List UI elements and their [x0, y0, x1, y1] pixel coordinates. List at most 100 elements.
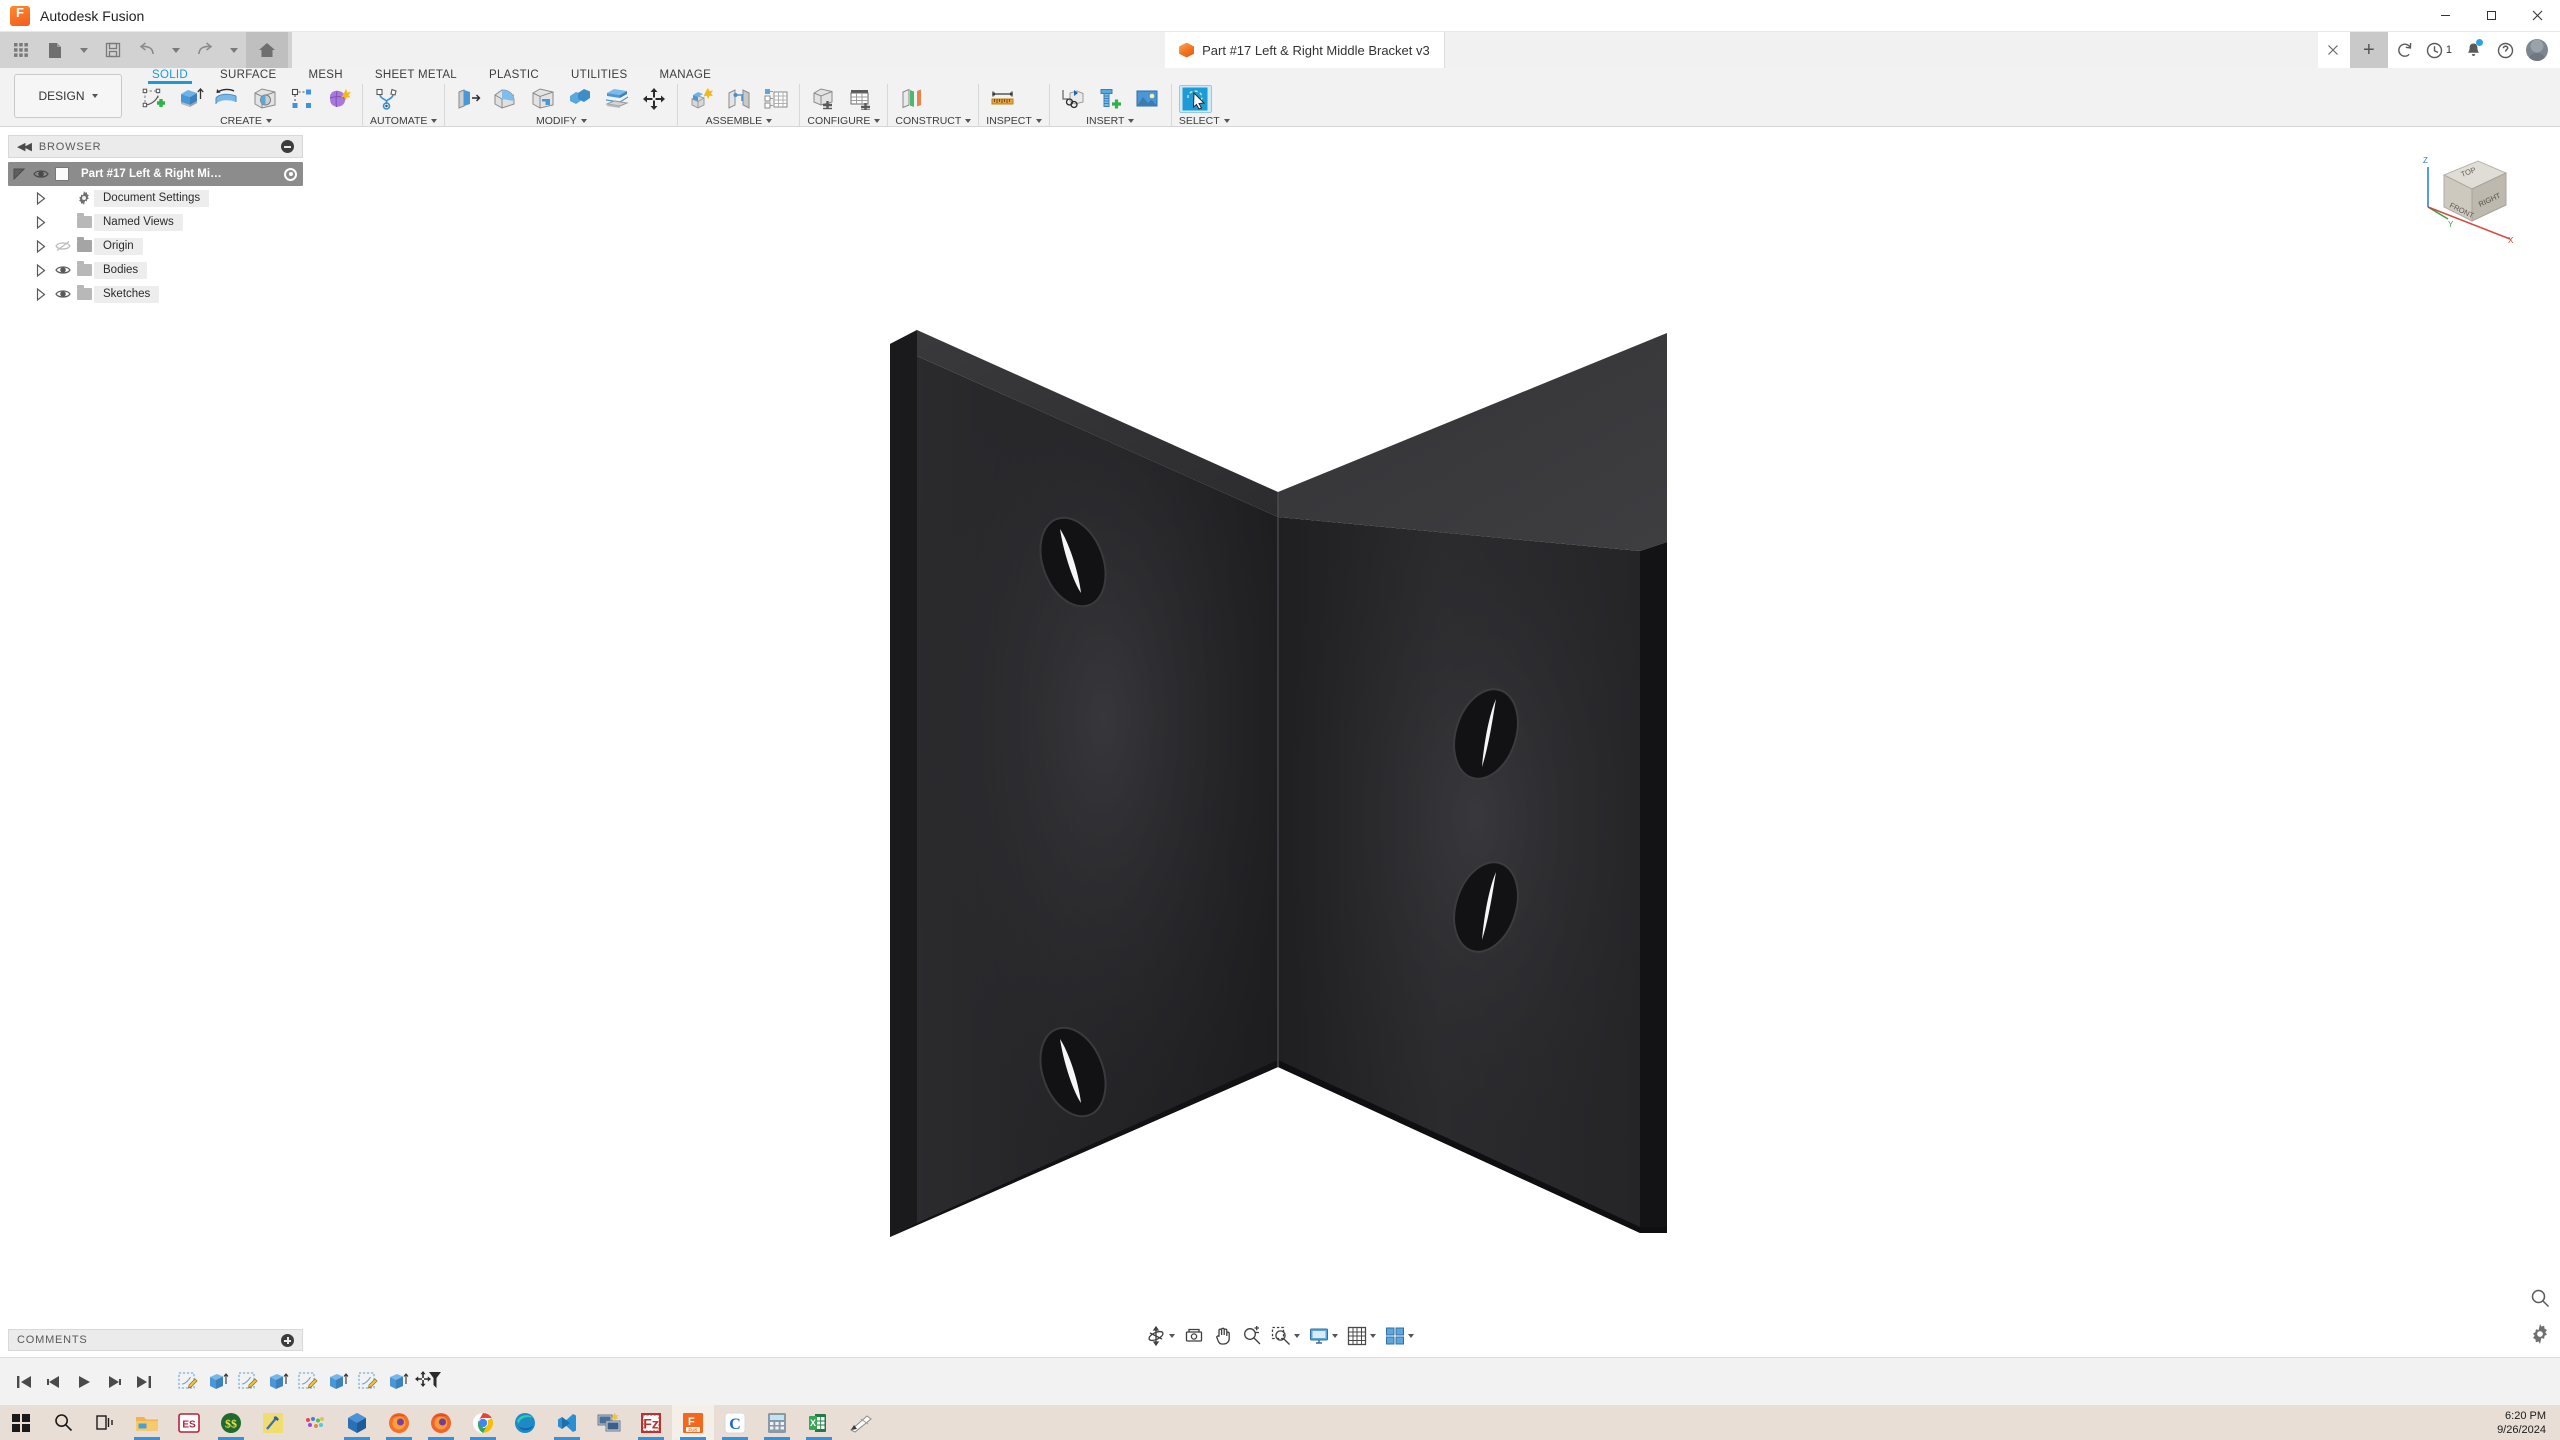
edge-icon[interactable]: [504, 1405, 546, 1440]
visibility-eye-icon[interactable]: [52, 288, 74, 300]
ribbon-group-automate-label[interactable]: AUTOMATE: [370, 112, 438, 127]
orbit-icon[interactable]: [1142, 1324, 1179, 1348]
ribbon-group-create-label[interactable]: CREATE: [137, 112, 355, 127]
viewport-settings-gear-icon[interactable]: [2530, 1324, 2550, 1349]
expand-arrow-closed-icon[interactable]: [30, 263, 52, 277]
browser-item-named-views[interactable]: Named Views: [8, 210, 303, 234]
browser-item-document-settings[interactable]: Document Settings: [8, 186, 303, 210]
ribbon-group-inspect-label[interactable]: INSPECT: [986, 112, 1042, 127]
model-bracket[interactable]: [0, 127, 2560, 1357]
zoom-icon[interactable]: [1238, 1324, 1266, 1348]
ribbon-tab-mesh[interactable]: MESH: [292, 68, 358, 81]
grid-snap-icon[interactable]: [1343, 1324, 1380, 1348]
sketch-app-icon[interactable]: [840, 1405, 882, 1440]
collapse-left-icon[interactable]: ◀◀: [17, 140, 32, 153]
timeline-extrude-feature[interactable]: [264, 1367, 292, 1397]
timeline-sketch-feature[interactable]: [354, 1367, 382, 1397]
close-tab-icon[interactable]: [2318, 32, 2348, 68]
task-view-icon[interactable]: [84, 1405, 126, 1440]
ribbon-group-construct-label[interactable]: CONSTRUCT: [895, 112, 972, 127]
search-icon[interactable]: [42, 1405, 84, 1440]
ribbon-tab-manage[interactable]: MANAGE: [643, 68, 727, 81]
ribbon-tab-sheet-metal[interactable]: SHEET METAL: [359, 68, 473, 81]
minimize-button[interactable]: [2422, 0, 2468, 32]
hole-icon[interactable]: [248, 85, 281, 113]
new-component-icon[interactable]: [685, 85, 718, 113]
visibility-eye-icon[interactable]: [30, 168, 52, 180]
browser-item-origin[interactable]: Origin: [8, 234, 303, 258]
timeline-marker-icon[interactable]: [414, 1367, 442, 1397]
plus-circle-icon[interactable]: [281, 1333, 294, 1347]
look-at-icon[interactable]: [1180, 1324, 1208, 1348]
browser-item-bodies[interactable]: Bodies: [8, 258, 303, 282]
browser-item-root[interactable]: Part #17 Left & Right Middle B...: [8, 162, 303, 186]
insert-image-icon[interactable]: [1131, 85, 1164, 113]
timeline-sketch-feature[interactable]: [294, 1367, 322, 1397]
timeline-sketch-feature[interactable]: [174, 1367, 202, 1397]
revolve-icon[interactable]: [211, 85, 244, 113]
file-explorer-icon[interactable]: [126, 1405, 168, 1440]
close-button[interactable]: [2514, 0, 2560, 32]
insert-mcmaster-icon[interactable]: [1094, 85, 1127, 113]
step-back-icon[interactable]: [40, 1368, 68, 1396]
insert-derive-icon[interactable]: [1057, 85, 1090, 113]
document-tab[interactable]: Part #17 Left & Right Middle Bracket v3: [1165, 32, 1445, 68]
visibility-eye-icon[interactable]: [52, 264, 74, 276]
ribbon-tab-solid[interactable]: SOLID: [136, 68, 204, 84]
ribbon-tab-plastic[interactable]: PLASTIC: [473, 68, 555, 81]
create-configuration-icon[interactable]: [807, 85, 840, 113]
help-icon[interactable]: [2490, 32, 2520, 68]
redo-icon[interactable]: [188, 32, 222, 68]
paint-icon[interactable]: [294, 1405, 336, 1440]
joint-icon[interactable]: [722, 85, 755, 113]
excel-icon[interactable]: X: [798, 1405, 840, 1440]
move-copy-icon[interactable]: [637, 85, 670, 113]
skip-to-start-icon[interactable]: [10, 1368, 38, 1396]
ribbon-group-configure-label[interactable]: CONFIGURE: [807, 112, 881, 127]
workspace-selector[interactable]: DESIGN: [14, 74, 122, 118]
fusion-icon[interactable]: F FUS: [672, 1405, 714, 1440]
new-tab-button[interactable]: +: [2349, 32, 2388, 68]
combine-icon[interactable]: [563, 85, 596, 113]
virtualbox-icon[interactable]: [336, 1405, 378, 1440]
pan-hand-icon[interactable]: [1209, 1324, 1237, 1348]
redo-dropdown-icon[interactable]: [222, 32, 246, 68]
simplewall-icon[interactable]: $$: [210, 1405, 252, 1440]
new-document-dropdown-icon[interactable]: [72, 32, 96, 68]
snipping-tool-icon[interactable]: [252, 1405, 294, 1440]
create-sketch-icon[interactable]: [137, 85, 170, 113]
firefox-icon[interactable]: [378, 1405, 420, 1440]
automated-modeling-icon[interactable]: [370, 85, 403, 113]
split-face-icon[interactable]: [600, 85, 633, 113]
expand-arrow-open-icon[interactable]: [8, 168, 30, 181]
viewport-search-icon[interactable]: [2530, 1288, 2550, 1313]
undo-icon[interactable]: [130, 32, 164, 68]
calculator-icon[interactable]: [756, 1405, 798, 1440]
fillet-icon[interactable]: [489, 85, 522, 113]
activate-component-radio[interactable]: [284, 167, 297, 181]
sync-icon[interactable]: [2390, 32, 2420, 68]
ribbon-group-assemble-label[interactable]: ASSEMBLE: [685, 112, 792, 127]
ribbon-group-select-label[interactable]: SELECT: [1179, 112, 1230, 127]
step-forward-icon[interactable]: [100, 1368, 128, 1396]
viewport[interactable]: ◀◀ BROWSER Part #17 Left & Right Middle …: [0, 127, 2560, 1357]
visibility-eye-off-icon[interactable]: [52, 240, 74, 252]
taskbar-clock[interactable]: 6:20 PM 9/26/2024: [2497, 1409, 2560, 1437]
select-tool-icon[interactable]: [1178, 85, 1212, 113]
firefox-dev-icon[interactable]: [420, 1405, 462, 1440]
skip-to-end-icon[interactable]: [130, 1368, 158, 1396]
measure-icon[interactable]: [986, 85, 1019, 113]
timeline-extrude-feature[interactable]: [324, 1367, 352, 1397]
ribbon-group-insert-label[interactable]: INSERT: [1057, 112, 1164, 127]
minus-circle-icon[interactable]: [281, 140, 294, 153]
view-cube[interactable]: Z Y TOP FRONT RIGHT X: [2420, 149, 2516, 245]
ribbon-tab-surface[interactable]: SURFACE: [204, 68, 292, 81]
viewports-icon[interactable]: [1381, 1324, 1418, 1348]
undo-dropdown-icon[interactable]: [164, 32, 188, 68]
home-icon[interactable]: [246, 32, 288, 68]
avatar[interactable]: [2522, 32, 2552, 68]
everything-search-icon[interactable]: ES: [168, 1405, 210, 1440]
expand-arrow-closed-icon[interactable]: [30, 215, 52, 229]
calibre-icon[interactable]: C: [714, 1405, 756, 1440]
version-history-icon[interactable]: 1: [2422, 32, 2456, 68]
